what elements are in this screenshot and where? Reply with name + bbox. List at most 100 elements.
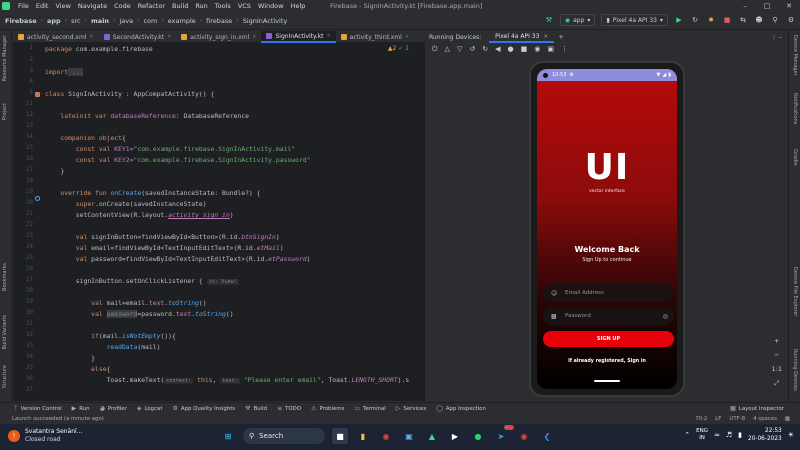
breadcrumb-project[interactable]: Firebase: [5, 17, 37, 25]
rotate-right-icon[interactable]: ↻: [482, 45, 488, 53]
breadcrumb-java[interactable]: java: [119, 17, 133, 25]
status-message[interactable]: Launch succeeded (a minute ago): [12, 416, 104, 422]
close-tab-icon[interactable]: ✕: [405, 34, 409, 40]
close-tab-icon[interactable]: ✕: [252, 34, 256, 40]
tab-second-activity-kt[interactable]: SecondActivity.kt ✕: [99, 31, 177, 43]
services-tab[interactable]: ▷ Services: [396, 405, 426, 412]
device-tab[interactable]: Pixel 4a API 33 ✕: [489, 31, 555, 43]
notification-bell-icon[interactable]: ☀: [788, 431, 794, 439]
breadcrumb-example[interactable]: example: [168, 17, 196, 25]
battery-icon[interactable]: ▮: [738, 431, 742, 439]
code-editor[interactable]: ▲2 ✓ 1 1 2 3 4 5 11 12 13 14 15 16 17 18…: [13, 43, 425, 401]
windows-start-icon[interactable]: ⊞: [220, 428, 236, 444]
search-icon[interactable]: ⚲: [770, 15, 780, 25]
store-icon[interactable]: ▣: [401, 428, 417, 444]
breadcrumb-com[interactable]: com: [143, 17, 157, 25]
android-studio-icon[interactable]: ▲: [424, 428, 440, 444]
menu-navigate[interactable]: Navigate: [78, 2, 107, 10]
speaker-icon[interactable]: ♬: [726, 431, 732, 439]
debug-icon[interactable]: ✹: [706, 15, 716, 25]
inspection-widget[interactable]: ▲2 ✓ 1: [388, 45, 409, 52]
volume-down-icon[interactable]: ▽: [457, 45, 462, 53]
settings-icon[interactable]: ⚙: [786, 15, 796, 25]
maximize-icon[interactable]: □: [756, 0, 778, 12]
version-control-tab[interactable]: ᛉ Version Control: [14, 405, 62, 412]
more-icon[interactable]: ⋮: [561, 45, 568, 53]
breadcrumb-module[interactable]: app: [47, 17, 61, 25]
language-indicator[interactable]: ENG IN: [696, 428, 708, 442]
run-icon[interactable]: ▶: [674, 15, 684, 25]
visibility-off-icon[interactable]: ◎: [663, 313, 668, 320]
device-manager-tab[interactable]: Device Manager: [792, 35, 798, 76]
tab-sign-in-activity-kt[interactable]: SignInActivity.kt ✕: [261, 31, 336, 43]
breadcrumb-src[interactable]: src: [71, 17, 81, 25]
close-tab-icon[interactable]: ✕: [89, 34, 93, 40]
whatsapp-icon[interactable]: ●: [470, 428, 486, 444]
meet-icon[interactable]: ■: [332, 428, 348, 444]
profiler-tab[interactable]: ◕ Profiler: [100, 405, 127, 412]
resource-manager-tab[interactable]: Resource Manager: [2, 35, 8, 81]
bookmarks-tab[interactable]: Bookmarks: [2, 263, 8, 291]
tab-activity-second-xml[interactable]: activity_second.xml ✕: [13, 31, 99, 43]
power-icon[interactable]: ⏻: [432, 45, 438, 54]
build-tab[interactable]: ⚒ Build: [245, 405, 267, 412]
menu-window[interactable]: Window: [258, 2, 284, 10]
telegram-icon[interactable]: ➤ 99+: [493, 425, 514, 444]
close-tab-icon[interactable]: ✕: [543, 33, 548, 40]
taskbar-search[interactable]: ⚲ Search: [243, 428, 325, 444]
logcat-tab[interactable]: ◈ Logcat: [137, 405, 163, 412]
close-tab-icon[interactable]: ✕: [167, 34, 171, 40]
file-encoding[interactable]: UTF-8: [729, 416, 745, 422]
chrome-profile-icon[interactable]: ◉: [516, 428, 532, 444]
run-tab[interactable]: ▶ Run: [72, 405, 90, 412]
problems-tab[interactable]: ⚠ Problems: [311, 405, 344, 412]
file-explorer-icon[interactable]: ▮: [355, 428, 371, 444]
override-gutter-icon[interactable]: [35, 196, 40, 201]
structure-tab[interactable]: Structure: [2, 365, 8, 388]
chevron-up-icon[interactable]: ⌃: [684, 431, 690, 439]
chrome-icon[interactable]: ◉: [378, 428, 394, 444]
actual-size-button[interactable]: 1:1: [772, 365, 782, 373]
sync-icon[interactable]: ⇆: [738, 15, 748, 25]
account-icon[interactable]: ☻: [754, 15, 764, 25]
menu-tools[interactable]: Tools: [215, 2, 231, 10]
menu-file[interactable]: File: [18, 2, 29, 10]
tab-activity-sign-in-xml[interactable]: activity_sign_in.xml ✕: [176, 31, 261, 43]
menu-code[interactable]: Code: [114, 2, 131, 10]
tab-activity-third-xml[interactable]: activity_third.xml ✕: [336, 31, 414, 43]
sign-up-button[interactable]: SIGN UP: [543, 331, 674, 347]
sign-in-link[interactable]: If already registered, Sign in: [537, 359, 677, 364]
overview-icon[interactable]: ■: [521, 45, 528, 53]
device-dropdown[interactable]: ▮ Pixel 4a API 33 ▾: [601, 14, 668, 26]
add-device-icon[interactable]: +: [558, 34, 563, 41]
phone-screen[interactable]: 10:53 ⚙ ▼ ◢ ▮ UI vector interface Welcome …: [537, 69, 677, 389]
hammer-icon[interactable]: ⚒: [544, 15, 554, 25]
menu-help[interactable]: Help: [291, 2, 306, 10]
indent-setting[interactable]: 4 spaces: [753, 416, 777, 422]
password-field[interactable]: ▩ Password ◎: [543, 307, 674, 325]
minimize-icon[interactable]: –: [734, 0, 756, 12]
screenshot-icon[interactable]: ◉: [534, 45, 540, 53]
rotate-left-icon[interactable]: ↺: [469, 45, 475, 53]
menu-build[interactable]: Build: [172, 2, 188, 10]
class-gutter-icon[interactable]: [35, 92, 40, 97]
system-clock[interactable]: 22:53 20-06-2023: [748, 427, 782, 443]
close-tab-icon[interactable]: ✕: [326, 33, 330, 39]
camera-icon[interactable]: ▶: [447, 428, 463, 444]
menu-view[interactable]: View: [55, 2, 70, 10]
terminal-tab[interactable]: ▭ Terminal: [354, 405, 385, 412]
device-file-explorer-tab[interactable]: Device File Explorer: [792, 267, 798, 316]
line-separator[interactable]: LF: [715, 416, 721, 422]
breadcrumb-main[interactable]: main: [91, 17, 109, 25]
close-icon[interactable]: ✕: [778, 0, 800, 12]
menu-refactor[interactable]: Refactor: [138, 2, 165, 10]
gesture-nav-bar[interactable]: [594, 380, 620, 382]
menu-edit[interactable]: Edit: [36, 2, 49, 10]
lock-icon[interactable]: ▩: [785, 416, 790, 422]
run-config-dropdown[interactable]: ◉ app ▾: [559, 14, 596, 26]
vscode-icon[interactable]: ❮: [539, 428, 555, 444]
wifi-icon[interactable]: ≈: [714, 431, 720, 439]
project-tab[interactable]: Project: [2, 103, 8, 120]
menu-vcs[interactable]: VCS: [238, 2, 251, 10]
screen-record-icon[interactable]: ▣: [547, 45, 554, 53]
